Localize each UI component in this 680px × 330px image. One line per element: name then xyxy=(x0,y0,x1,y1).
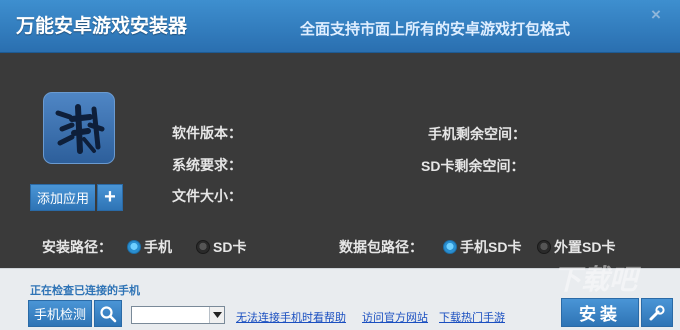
search-icon[interactable] xyxy=(94,300,123,327)
radio-label: SD卡 xyxy=(213,239,247,255)
file-size-label: 文件大小： xyxy=(172,188,242,204)
device-select[interactable] xyxy=(131,306,225,324)
watermark-logo: 下载吧 xyxy=(553,263,638,296)
hot-games-link[interactable]: 下载热门手游 xyxy=(439,309,505,325)
close-button[interactable]: × xyxy=(646,5,666,25)
title-bar[interactable]: 万能安卓游戏安装器 全面支持市面上所有的安卓游戏打包格式 × xyxy=(0,0,680,53)
data-path-label: 数据包路径： xyxy=(339,239,423,255)
app-tagline: 全面支持市面上所有的安卓游戏打包格式 xyxy=(300,21,571,38)
radio-label: 外置SD卡 xyxy=(554,239,616,255)
install-path-label: 安装路径： xyxy=(42,239,112,255)
radio-label: 手机 xyxy=(144,239,172,255)
phone-detect-button[interactable]: 手机检测 xyxy=(28,300,123,327)
radio-selected-icon xyxy=(443,240,457,254)
system-requirement-label: 系统要求： xyxy=(172,157,242,173)
sd-free-space-label: SD卡剩余空间： xyxy=(421,158,525,174)
app-game-icon xyxy=(43,92,115,164)
app-title: 万能安卓游戏安装器 xyxy=(16,16,188,37)
radio-label: 手机SD卡 xyxy=(460,239,522,255)
install-label[interactable]: 安装 xyxy=(561,298,639,327)
version-label: 软件版本： xyxy=(172,125,242,141)
official-site-link[interactable]: 访问官方网站 xyxy=(362,309,428,325)
install-path-phone-radio[interactable]: 手机 xyxy=(127,237,172,257)
install-button[interactable]: 安装 xyxy=(561,298,673,327)
connection-status: 正在检查已连接的手机 xyxy=(30,285,140,297)
wrench-icon[interactable] xyxy=(641,298,673,327)
install-path-sd-radio[interactable]: SD卡 xyxy=(196,237,246,257)
close-icon: × xyxy=(651,5,661,24)
data-path-external-sd-radio[interactable]: 外置SD卡 xyxy=(537,237,615,257)
installer-window: 万能安卓游戏安装器 全面支持市面上所有的安卓游戏打包格式 × 添加应用 + 软件… xyxy=(0,0,680,330)
data-path-phone-sd-radio[interactable]: 手机SD卡 xyxy=(443,237,521,257)
plus-icon[interactable]: + xyxy=(97,184,124,211)
path-options-row: 安装路径： 手机 SD卡 数据包路径： 手机SD卡 外置SD卡 xyxy=(0,237,680,257)
phone-detect-label[interactable]: 手机检测 xyxy=(28,300,93,327)
radio-selected-icon xyxy=(127,240,141,254)
chevron-down-icon[interactable] xyxy=(209,307,224,323)
connection-help-link[interactable]: 无法连接手机时看帮助 xyxy=(236,309,346,325)
main-panel: 添加应用 + 软件版本： 系统要求： 文件大小： 手机剩余空间： SD卡剩余空间… xyxy=(0,54,680,268)
radio-unselected-icon xyxy=(196,240,210,254)
add-app-button[interactable]: 添加应用 + xyxy=(30,184,124,211)
phone-free-space-label: 手机剩余空间： xyxy=(428,126,526,142)
radio-unselected-icon xyxy=(537,240,551,254)
add-app-label[interactable]: 添加应用 xyxy=(30,184,96,211)
